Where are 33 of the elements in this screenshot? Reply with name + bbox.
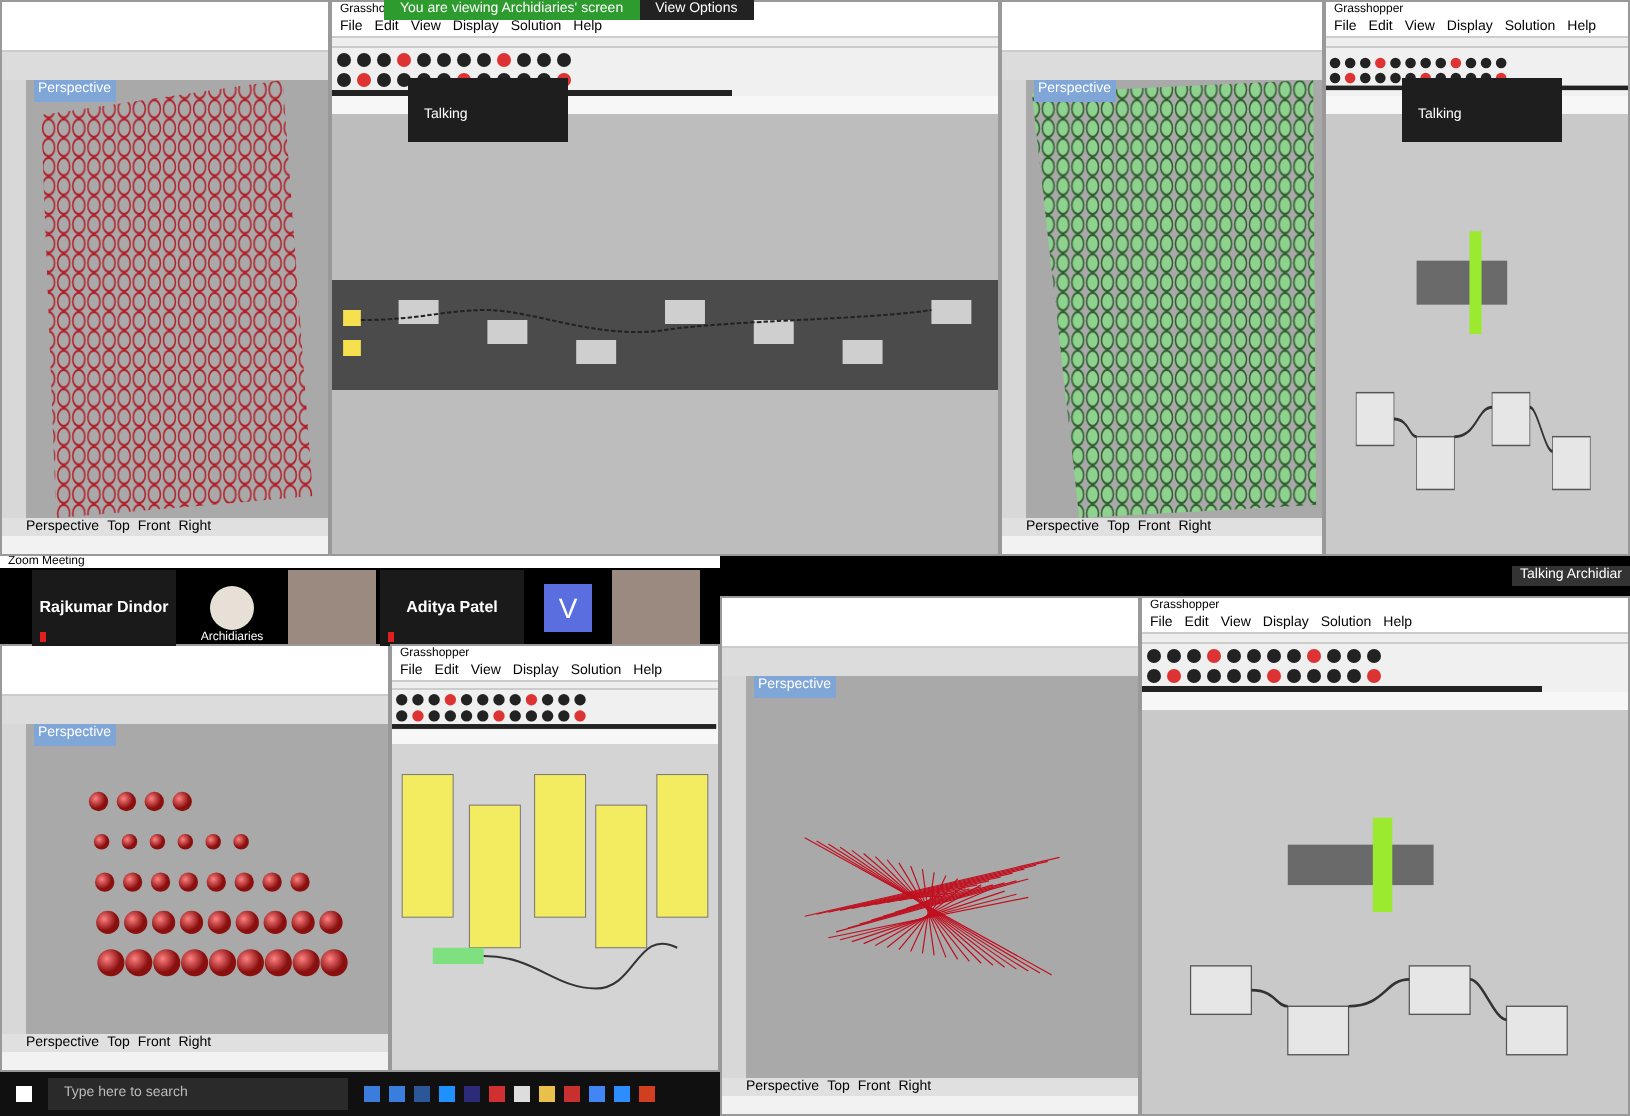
panel-node[interactable]: [595, 804, 648, 949]
component-node[interactable]: [487, 319, 528, 343]
panel-node[interactable]: [401, 774, 454, 918]
component-node[interactable]: [931, 299, 972, 323]
component-node[interactable]: [1189, 965, 1252, 1015]
participant-name: Aditya Patel: [406, 596, 498, 620]
component-node[interactable]: [1355, 392, 1395, 446]
muted-mic-icon: [40, 632, 46, 642]
component-node[interactable]: [432, 947, 484, 965]
component-node[interactable]: [576, 339, 617, 363]
component-node[interactable]: [842, 339, 883, 363]
component-node[interactable]: [1491, 392, 1531, 446]
component-node[interactable]: [1505, 1005, 1568, 1056]
panel-node[interactable]: [343, 339, 361, 355]
participant-name: Rajkumar Dindor: [39, 596, 169, 620]
muted-mic-icon: [388, 632, 394, 642]
component-node[interactable]: [665, 299, 705, 323]
slider-bar: [1469, 231, 1482, 334]
component-node[interactable]: [398, 299, 439, 323]
component-node[interactable]: [1408, 965, 1471, 1015]
panel-node[interactable]: [534, 774, 587, 918]
component-node[interactable]: [753, 319, 794, 343]
video-placeholder: [288, 570, 376, 646]
component-node[interactable]: [1287, 1005, 1350, 1056]
panel-node[interactable]: [656, 774, 709, 918]
panel-node[interactable]: [468, 804, 521, 949]
slider-bar: [1372, 817, 1393, 912]
panel-node[interactable]: [343, 309, 361, 325]
windows-start-icon[interactable]: [16, 1086, 32, 1102]
letter-avatar: V: [544, 584, 592, 632]
component-node[interactable]: [1416, 436, 1455, 490]
component-node[interactable]: [1551, 436, 1591, 490]
video-placeholder: [612, 570, 700, 646]
